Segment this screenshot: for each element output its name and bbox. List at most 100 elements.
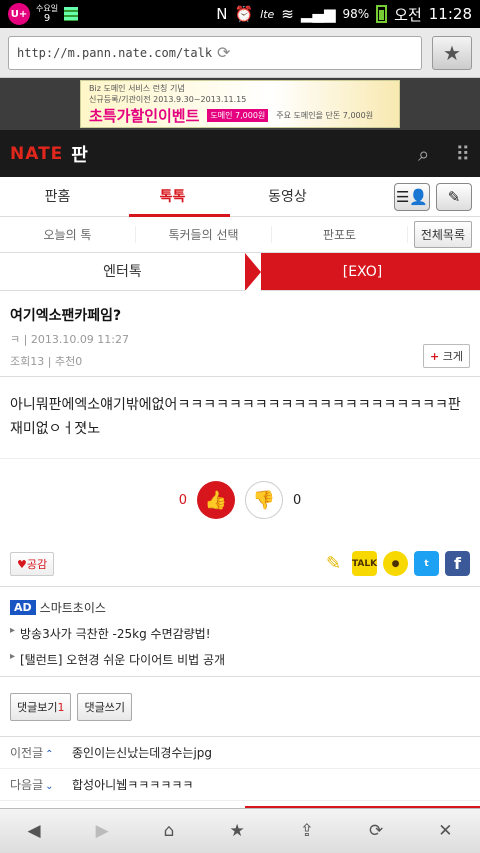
battery-percent: 98%: [342, 7, 370, 21]
thumbs-up-icon: 👍: [204, 489, 228, 511]
post-header: 여기엑소팬카페임? ㅋ | 2013.10.09 11:27 조회13 | 추천…: [0, 291, 480, 377]
reload-icon[interactable]: ⟳: [217, 43, 413, 62]
write-button[interactable]: ✎: [436, 182, 472, 211]
post-recommends: 추천0: [54, 355, 83, 368]
prev-label-text: 이전글: [10, 746, 44, 760]
smart-choice-item[interactable]: 방송3사가 극찬한 -25kg 수면감량법!: [10, 625, 470, 642]
search-icon[interactable]: ⌕: [418, 142, 429, 166]
enlarge-text-button[interactable]: + 크게: [423, 344, 470, 368]
twitter-share-icon[interactable]: t: [414, 551, 439, 576]
kakaotalk-share-icon[interactable]: TALK: [352, 551, 377, 576]
ad-line2: 신규등록/기관이전 2013.9.30~2013.11.15: [89, 94, 247, 104]
chevron-up-icon: ⌃: [45, 749, 54, 760]
status-bar: U+ 수요일 9 N ⏰ lte ≋ ▂▄▆ 98% 오전 11:28: [0, 0, 480, 28]
comment-count: 1: [57, 700, 65, 714]
like-label: 공감: [26, 557, 48, 571]
post-views: 조회13: [10, 355, 45, 368]
status-date: 수요일 9: [36, 4, 58, 24]
grid-menu-icon[interactable]: ⠿: [455, 142, 470, 166]
share-icon[interactable]: ⇪: [300, 821, 314, 841]
all-list-button[interactable]: 전체목록: [413, 221, 472, 248]
category-exo-label: [EXO]: [342, 264, 383, 280]
smart-choice-ad: AD 스마트초이스 방송3사가 극찬한 -25kg 수면감량법! [탤런트] 오…: [0, 587, 480, 677]
signal-icon: ▂▄▆: [300, 5, 336, 23]
ad-bar: Biz 도메인 서비스 런칭 기념 신규등록/기관이전 2013.9.30~20…: [0, 78, 480, 130]
section-title[interactable]: 판: [71, 141, 88, 167]
smart-choice-item[interactable]: [탤런트] 오현경 쉬운 다이어트 비법 공개: [10, 651, 470, 668]
post-meta: ㅋ | 2013.10.09 11:27: [10, 331, 470, 347]
post-author[interactable]: ㅋ: [10, 333, 20, 346]
status-date-number: 9: [43, 13, 51, 24]
enlarge-label: 크게: [442, 350, 463, 363]
share-bar: ♥공감 ✎ TALK ● t f: [0, 541, 480, 587]
like-button[interactable]: ♥공감: [10, 551, 55, 576]
category-enter-talk[interactable]: 엔터톡: [0, 253, 245, 290]
ad-banner[interactable]: Biz 도메인 서비스 런칭 기념 신규등록/기관이전 2013.9.30~20…: [80, 80, 400, 128]
user-list-icon: ☰👤: [395, 187, 429, 206]
my-page-button[interactable]: ☰👤: [394, 182, 430, 211]
heart-icon: ♥: [17, 557, 27, 571]
back-icon[interactable]: ◀: [28, 821, 41, 841]
ad-tag: AD: [10, 600, 36, 615]
next-post-title[interactable]: 합성아니뉍ㅋㅋㅋㅋㅋㅋ: [72, 776, 193, 793]
stats-divider: |: [47, 355, 55, 368]
status-time: 11:28: [428, 5, 472, 23]
post-body: 아니뭐판에엑소얘기밖에없어ㅋㅋㅋㅋㅋㅋㅋㅋㅋㅋㅋㅋㅋㅋㅋㅋㅋㅋㅋㅋㅋ판재미없ㅇㅓ…: [0, 377, 480, 459]
star-icon: ★: [443, 40, 461, 65]
vote-area: 0 👍 👎 0: [0, 459, 480, 541]
category-exo[interactable]: [EXO]: [245, 253, 480, 291]
kakaostory-share-icon[interactable]: ●: [383, 551, 408, 576]
thumbs-down-icon: 👎: [252, 489, 276, 511]
refresh-icon[interactable]: ⟳: [369, 821, 383, 841]
bookmarks-icon[interactable]: ★: [229, 821, 244, 841]
comment-bar: 댓글보기1 댓글쓰기: [0, 677, 480, 737]
next-post-row[interactable]: 다음글 ⌄ 합성아니뉍ㅋㅋㅋㅋㅋㅋ: [0, 769, 480, 801]
battery-icon: [376, 5, 388, 23]
plus-icon: +: [430, 350, 440, 363]
url-input[interactable]: http://m.pann.nate.com/talk/pann/3196153…: [8, 35, 422, 70]
post-stats: 조회13 | 추천0: [10, 353, 470, 369]
subnav-talker-choice[interactable]: 톡커들의 선택: [136, 226, 272, 243]
bookmark-button[interactable]: ★: [432, 35, 472, 70]
meta-divider: |: [23, 333, 31, 346]
ad-price: 도메인 7,000원: [207, 108, 269, 122]
post-title: 여기엑소팬카페임?: [10, 308, 122, 324]
browser-url-bar: http://m.pann.nate.com/talk/pann/3196153…: [0, 28, 480, 78]
alarm-icon: ⏰: [234, 5, 254, 23]
tab-pann-home[interactable]: 판홈: [0, 177, 115, 217]
view-comments-button[interactable]: 댓글보기1: [10, 692, 72, 721]
write-comment-button[interactable]: 댓글쓰기: [77, 692, 132, 721]
prev-label: 이전글 ⌃: [10, 744, 72, 761]
smart-choice-title: 스마트초이스: [39, 601, 106, 615]
nate-logo[interactable]: NATE: [10, 144, 63, 164]
app-notification-icon: [64, 7, 79, 21]
next-label-text: 다음글: [10, 778, 44, 792]
next-label: 다음글 ⌄: [10, 776, 72, 793]
prev-post-title[interactable]: 종인이는신났는데경수는jpg: [72, 744, 212, 761]
tab-video[interactable]: 동영상: [230, 177, 345, 217]
ad-line1: Biz 도메인 서비스 런칭 기념: [89, 83, 185, 93]
subnav-pann-photo[interactable]: 판포토: [272, 226, 408, 243]
home-icon[interactable]: ⌂: [164, 821, 175, 841]
subnav-today-talk[interactable]: 오늘의 톡: [0, 226, 136, 243]
facebook-share-icon[interactable]: f: [445, 551, 470, 576]
category-tabs: 엔터톡 [EXO]: [0, 253, 480, 291]
upvote-count: 0: [178, 492, 187, 508]
url-text: http://m.pann.nate.com/talk/pann/3196153…: [17, 45, 213, 60]
pencil-icon: ✎: [447, 187, 461, 206]
browser-bottom-bar: ◀ ▶ ⌂ ★ ⇪ ⟳ ✕: [0, 808, 480, 853]
wifi-icon: ≋: [281, 5, 294, 23]
prev-post-row[interactable]: 이전글 ⌃ 종인이는신났는데경수는jpg: [0, 737, 480, 769]
sub-nav: 오늘의 톡 톡커들의 선택 판포토 전체목록: [0, 217, 480, 253]
me2day-share-icon[interactable]: ✎: [321, 551, 346, 576]
tab-toktok[interactable]: 톡톡: [115, 177, 230, 217]
forward-icon[interactable]: ▶: [96, 821, 109, 841]
close-icon[interactable]: ✕: [438, 821, 452, 841]
nate-header: NATE 판 ⌕ ⠿: [0, 130, 480, 177]
status-ampm: 오전: [394, 5, 422, 24]
upvote-button[interactable]: 👍: [197, 481, 235, 519]
downvote-button[interactable]: 👎: [245, 481, 283, 519]
post-date: 2013.10.09 11:27: [30, 333, 130, 346]
view-comments-label: 댓글보기: [17, 700, 58, 714]
chevron-down-icon: ⌄: [45, 781, 54, 792]
